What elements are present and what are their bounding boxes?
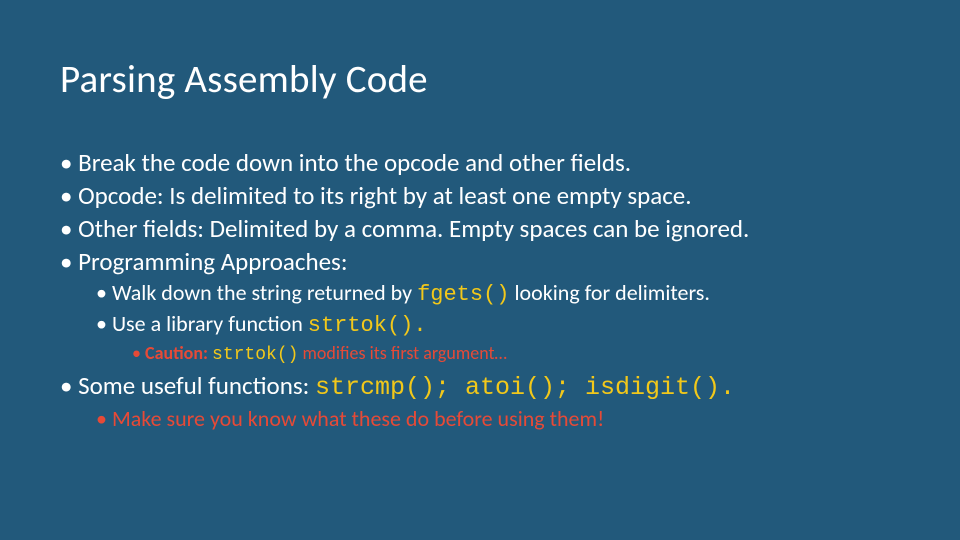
list-item: Opcode: Is delimited to its right by at … [60, 180, 900, 212]
slide-title: Parsing Assembly Code [60, 56, 900, 103]
bullet-text: Other fields: Delimited by a comma. Empt… [78, 213, 749, 244]
code-token: fgets() [417, 282, 509, 307]
bullet-text: Programming Approaches: [78, 246, 347, 277]
bullet-text: Opcode: Is delimited to its right by at … [78, 180, 691, 211]
bullet-text: modifies its first argument… [298, 342, 507, 364]
bullet-text: Break the code down into the opcode and … [78, 147, 631, 178]
bullet-text: looking for delimiters. [509, 279, 709, 306]
code-token: strcmp(); atoi(); isdigit(). [315, 373, 735, 402]
list-item-caution: Caution: strtok() modifies its first arg… [132, 340, 900, 369]
code-token: strtok() [212, 345, 298, 365]
bullet-text: Caution: [145, 342, 212, 364]
list-item: Some useful functions: strcmp(); atoi();… [60, 370, 900, 433]
list-item: Programming Approaches: Walk down the st… [60, 246, 900, 369]
list-item: Use a library function strtok(). Caution… [96, 309, 900, 369]
list-item: Other fields: Delimited by a comma. Empt… [60, 213, 900, 245]
bullet-list: Break the code down into the opcode and … [60, 147, 900, 433]
bullet-text: Walk down the string returned by [112, 279, 417, 306]
list-item: Walk down the string returned by fgets()… [96, 278, 900, 309]
list-item-warning: Make sure you know what these do before … [96, 404, 900, 433]
bullet-text: Some useful functions: [78, 370, 315, 401]
list-item: Break the code down into the opcode and … [60, 147, 900, 179]
code-token: strtok(). [308, 313, 427, 338]
bullet-text: Use a library function [112, 310, 308, 337]
bullet-text: Make sure you know what these do before … [112, 405, 604, 432]
